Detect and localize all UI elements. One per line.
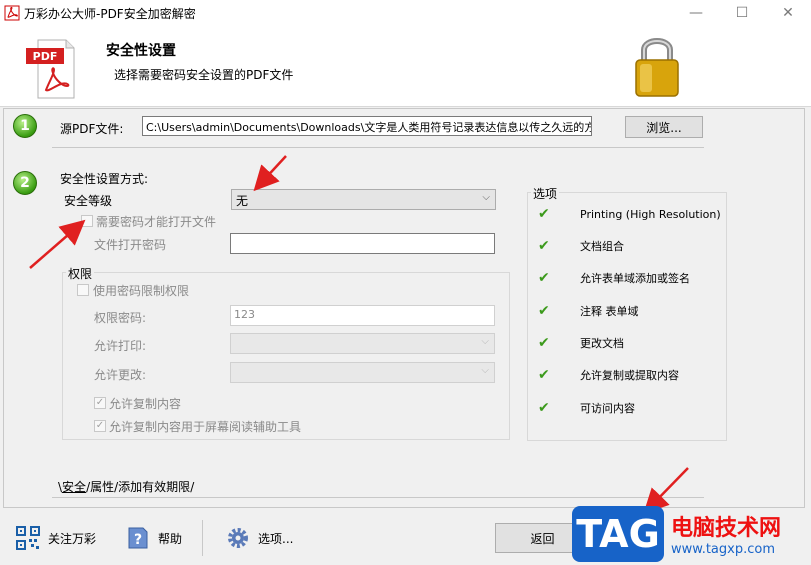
checkmark-icon: ✔ xyxy=(538,335,550,351)
option-item-label: 可访问内容 xyxy=(580,402,635,415)
tab-security[interactable]: 安全 xyxy=(62,478,86,495)
open-password-label: 文件打开密码 xyxy=(94,238,167,252)
page-title: 安全性设置 xyxy=(106,43,176,59)
watermark-url: www.tagxp.com xyxy=(671,542,775,557)
help-button[interactable]: ? 帮助 xyxy=(126,524,182,552)
follow-button[interactable]: 关注万彩 xyxy=(16,524,96,552)
help-button-label: 帮助 xyxy=(158,531,183,546)
option-item: ✔ 更改文档 xyxy=(538,334,624,352)
header-banner: PDF 安全性设置 选择需要密码安全设置的PDF文件 xyxy=(0,26,811,107)
permissions-group-label: 权限 xyxy=(66,265,95,282)
allow-print-label: 允许打印: xyxy=(94,339,147,353)
allow-copy-checkbox[interactable]: ✓ xyxy=(94,397,106,409)
checkmark-icon: ✔ xyxy=(538,367,550,383)
qr-code-icon xyxy=(16,526,40,550)
source-pdf-path-field[interactable]: C:\Users\admin\Documents\Downloads\文字是人类… xyxy=(142,116,592,136)
app-pdf-icon xyxy=(4,5,20,21)
option-item-label: 允许复制或提取内容 xyxy=(580,369,679,382)
open-password-input[interactable] xyxy=(230,233,495,254)
separator xyxy=(52,497,704,498)
use-password-checkbox[interactable] xyxy=(77,284,89,296)
follow-button-label: 关注万彩 xyxy=(48,531,97,546)
maximize-button[interactable]: ☐ xyxy=(719,0,765,26)
watermark-logo: TAG xyxy=(572,506,664,562)
allow-copy-label: 允许复制内容 xyxy=(109,397,182,411)
step-1-badge: 1 xyxy=(13,114,37,138)
gear-icon xyxy=(228,528,248,548)
tab-properties[interactable]: 属性 xyxy=(90,478,114,495)
window-title: 万彩办公大师-PDF安全加密解密 xyxy=(24,7,196,21)
need-password-label: 需要密码才能打开文件 xyxy=(96,215,217,229)
minimize-button[interactable]: — xyxy=(673,0,719,26)
svg-text:?: ? xyxy=(134,532,142,548)
checkmark-icon: ✔ xyxy=(538,303,550,319)
tab-separator: / xyxy=(190,480,195,494)
separator xyxy=(52,147,704,148)
chevron-down-icon: ⌵ xyxy=(482,192,490,203)
checkmark-icon: ✔ xyxy=(538,400,550,416)
step-2-badge: 2 xyxy=(13,171,37,195)
options-button-label: 选项... xyxy=(258,531,294,546)
browse-button[interactable]: 浏览... xyxy=(625,116,703,138)
help-icon: ? xyxy=(128,527,148,549)
option-item-label: Printing (High Resolution) xyxy=(580,207,721,221)
page-subtitle: 选择需要密码安全设置的PDF文件 xyxy=(114,68,294,82)
checkmark-icon: ✔ xyxy=(538,238,550,254)
option-item-label: 文档组合 xyxy=(580,240,624,253)
option-item-label: 允许表单域添加或签名 xyxy=(580,272,690,285)
option-item: ✔ 文档组合 xyxy=(538,237,624,255)
security-level-label: 安全等级 xyxy=(64,194,113,208)
pdf-document-icon: PDF xyxy=(26,39,75,99)
security-method-label: 安全性设置方式: xyxy=(60,172,149,186)
tab-strip: \安全/属性/添加有效期限/ xyxy=(58,478,194,495)
permission-password-label: 权限密码: xyxy=(94,311,147,325)
chevron-down-icon: ⌵ xyxy=(481,365,489,376)
option-item: ✔ 允许复制或提取内容 xyxy=(538,366,679,384)
chevron-down-icon: ⌵ xyxy=(481,336,489,347)
allow-print-select[interactable]: ⌵ xyxy=(230,333,495,354)
options-group-label: 选项 xyxy=(531,185,560,202)
option-item: ✔ 注释 表单域 xyxy=(538,302,639,320)
pdf-badge-text: PDF xyxy=(33,50,58,63)
allow-copy-reader-label: 允许复制内容用于屏幕阅读辅助工具 xyxy=(109,420,302,434)
watermark-title: 电脑技术网 xyxy=(671,516,782,541)
permission-password-input[interactable]: 123 xyxy=(230,305,495,326)
allow-copy-reader-checkbox[interactable]: ✓ xyxy=(94,420,106,432)
checkmark-icon: ✔ xyxy=(538,206,550,222)
option-item: ✔ 可访问内容 xyxy=(538,399,635,417)
need-password-checkbox[interactable] xyxy=(81,215,93,227)
allow-change-select[interactable]: ⌵ xyxy=(230,362,495,383)
checkmark-icon: ✔ xyxy=(538,270,550,286)
source-pdf-label: 源PDF文件: xyxy=(60,122,124,136)
use-password-label: 使用密码限制权限 xyxy=(93,284,190,298)
security-level-select[interactable]: 无 ⌵ xyxy=(231,189,496,210)
option-item: ✔ 允许表单域添加或签名 xyxy=(538,269,690,287)
option-item: ✔ Printing (High Resolution) xyxy=(538,205,721,223)
option-item-label: 注释 表单域 xyxy=(580,305,639,318)
close-button[interactable]: ✕ xyxy=(765,0,811,26)
padlock-icon xyxy=(635,38,679,97)
security-level-value: 无 xyxy=(236,194,249,208)
separator xyxy=(202,520,203,556)
options-button[interactable]: 选项... xyxy=(226,524,293,552)
option-item-label: 更改文档 xyxy=(580,337,624,350)
allow-change-label: 允许更改: xyxy=(94,368,147,382)
tab-expiration[interactable]: 添加有效期限 xyxy=(118,478,190,495)
